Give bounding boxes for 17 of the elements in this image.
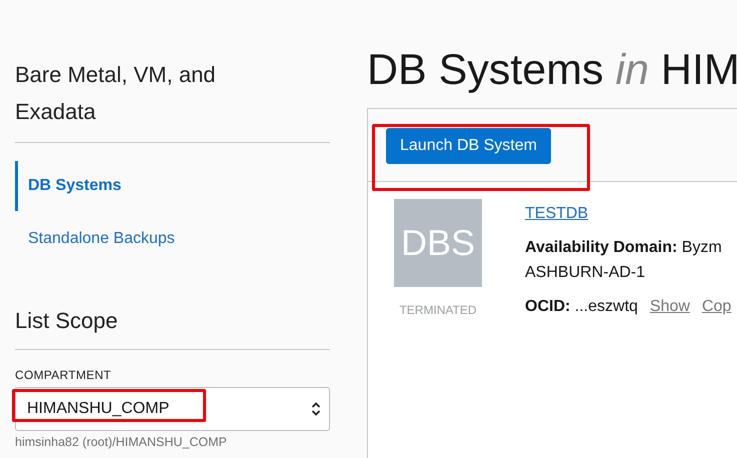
- page-heading: DB Systems in HIM: [367, 45, 737, 96]
- launch-button[interactable]: Launch DB System: [386, 128, 551, 164]
- state-label: TERMINATED: [398, 303, 478, 317]
- up-down-chevron-icon: [311, 401, 321, 417]
- sidebar-nav-item[interactable]: DB Systems: [15, 161, 330, 211]
- field-label: COMPARTMENT: [15, 368, 112, 382]
- field-text: Availability Domain: Byzm ASHBURN-AD-1: [525, 238, 723, 283]
- text-link[interactable]: Show: [650, 294, 690, 319]
- sidebar-nav-item[interactable]: Standalone Backups: [15, 214, 330, 264]
- field-text: OCID: ...eszwtq: [525, 297, 638, 317]
- resource-tile: DBS: [394, 199, 482, 287]
- section-title: List Scope: [15, 307, 119, 335]
- compartment-select[interactable]: HIMANSHU_COMP: [15, 387, 330, 431]
- resource-link[interactable]: TESTDB: [525, 201, 588, 226]
- sidebar-title: Bare Metal, VM, and Exadata: [15, 61, 217, 126]
- text-link[interactable]: Cop: [702, 294, 732, 319]
- compartment-path: himsinha82 (root)/HIMANSHU_COMP: [15, 435, 228, 449]
